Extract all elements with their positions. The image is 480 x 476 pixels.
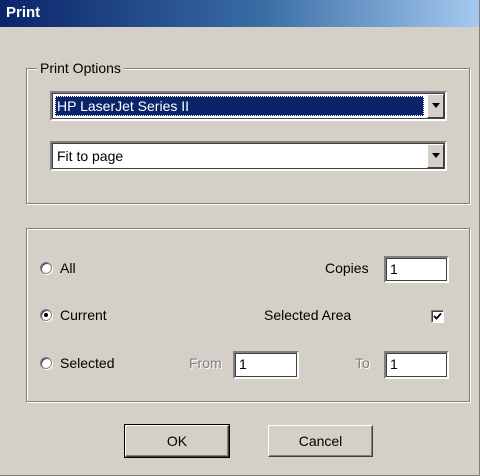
radio-current-label: Current bbox=[60, 307, 107, 323]
print-dialog: Print Print Options HP LaserJet Series I… bbox=[0, 0, 480, 476]
to-label: To bbox=[355, 355, 370, 371]
copies-label: Copies bbox=[325, 260, 369, 276]
radio-selected-button[interactable] bbox=[40, 357, 52, 369]
chevron-down-icon bbox=[432, 103, 440, 108]
window-title: Print bbox=[6, 4, 41, 21]
radio-all-label: All bbox=[60, 260, 76, 276]
radio-all[interactable]: All bbox=[40, 258, 76, 278]
from-label: From bbox=[189, 355, 222, 371]
chevron-down-icon bbox=[432, 153, 440, 158]
title-bar[interactable]: Print bbox=[0, 0, 479, 27]
print-options-legend: Print Options bbox=[37, 60, 124, 76]
checkmark-icon bbox=[433, 312, 442, 320]
selected-area-checkbox[interactable] bbox=[431, 310, 444, 323]
from-input[interactable]: 1 bbox=[233, 351, 299, 379]
print-options-group: Print Options HP LaserJet Series II Fit … bbox=[26, 60, 470, 204]
selected-area-label: Selected Area bbox=[264, 307, 352, 323]
scaling-select-value: Fit to page bbox=[57, 148, 124, 164]
scaling-select-dropdown-button[interactable] bbox=[427, 144, 444, 168]
ok-button[interactable]: OK bbox=[124, 424, 230, 458]
radio-current-button[interactable] bbox=[40, 309, 52, 321]
radio-selected[interactable]: Selected bbox=[40, 353, 114, 373]
scaling-select[interactable]: Fit to page bbox=[50, 141, 447, 171]
print-range-group: All Current Selected Copies 1 Selected A… bbox=[26, 228, 470, 402]
printer-select-value: HP LaserJet Series II bbox=[55, 96, 424, 116]
printer-select-dropdown-button[interactable] bbox=[427, 94, 444, 118]
radio-current[interactable]: Current bbox=[40, 305, 107, 325]
printer-select[interactable]: HP LaserJet Series II bbox=[50, 91, 447, 121]
radio-selected-label: Selected bbox=[60, 355, 115, 371]
to-input[interactable]: 1 bbox=[384, 351, 449, 379]
radio-all-button[interactable] bbox=[40, 262, 52, 274]
cancel-button[interactable]: Cancel bbox=[268, 425, 373, 457]
copies-input[interactable]: 1 bbox=[384, 256, 449, 283]
